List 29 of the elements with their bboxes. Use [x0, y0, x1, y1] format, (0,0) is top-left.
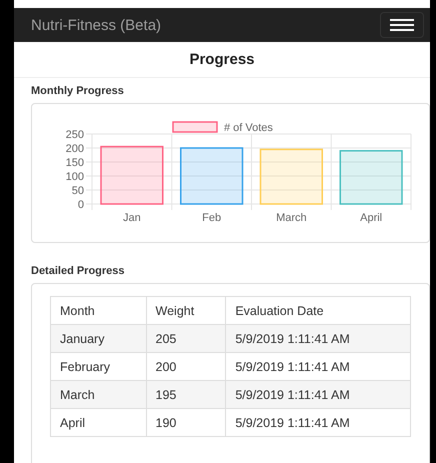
y-tick-label: 50: [72, 185, 84, 197]
x-tick-label: Feb: [202, 212, 222, 224]
table-cell: 190: [146, 408, 226, 436]
table-cell: April: [50, 408, 146, 436]
menu-icon: [390, 19, 414, 31]
y-tick-label: 100: [66, 171, 84, 183]
y-tick-label: 250: [66, 129, 84, 141]
brand-title[interactable]: Nutri-Fitness (Beta): [31, 16, 162, 34]
table-cell: March: [50, 380, 146, 408]
y-tick-label: 150: [66, 157, 84, 169]
x-tick-label: March: [276, 212, 307, 224]
table-cell: 5/9/2019 1:11:41 AM: [226, 324, 410, 352]
x-tick-label: Jan: [123, 212, 141, 224]
section-heading: Detailed Progress: [31, 265, 126, 277]
table-cell: 195: [146, 380, 226, 408]
table-cell: 5/9/2019 1:11:41 AM: [226, 408, 410, 436]
chart-legend: # of Votes: [172, 121, 273, 134]
section-heading: Monthly Progress: [31, 85, 125, 97]
x-tick-label: April: [360, 212, 382, 224]
column-header: Month: [50, 296, 146, 324]
table-cell: 205: [146, 324, 226, 352]
table-cell: January: [50, 324, 146, 352]
table-cell: 5/9/2019 1:11:41 AM: [226, 380, 410, 408]
legend-label: # of Votes: [224, 122, 274, 134]
y-tick-label: 0: [78, 199, 84, 211]
y-tick-label: 200: [66, 143, 84, 155]
page-title: Progress: [189, 51, 255, 68]
menu-button[interactable]: [380, 12, 424, 38]
column-header: Evaluation Date: [226, 296, 410, 324]
